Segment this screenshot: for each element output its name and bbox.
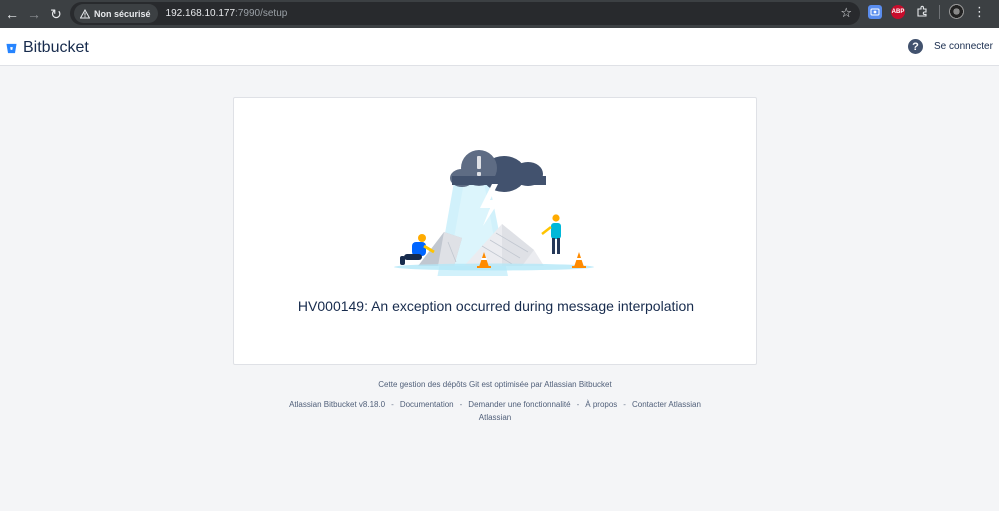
security-indicator[interactable]: Non sécurisé [74, 4, 158, 23]
url-text[interactable]: 192.168.10.177:7990/setup [166, 8, 288, 19]
footer-link-about[interactable]: À propos [585, 400, 617, 409]
reload-button[interactable]: ↻ [45, 3, 67, 25]
video-extension-icon[interactable] [868, 4, 882, 19]
arrow-right-icon: → [27, 6, 41, 22]
footer-link-feature-request[interactable]: Demander une fonctionnalité [468, 400, 570, 409]
back-button[interactable]: ← [1, 3, 23, 25]
product-name: Bitbucket [23, 39, 89, 56]
puzzle-icon[interactable] [914, 5, 930, 19]
footer-separator: - [623, 400, 626, 409]
bitbucket-icon [6, 43, 17, 53]
arrow-left-icon: ← [5, 6, 19, 22]
error-card: HV000149: An exception occurred during m… [233, 97, 757, 365]
footer-atlassian-brand[interactable]: Atlassian [0, 413, 990, 422]
cloud-icon [450, 150, 546, 192]
star-icon[interactable]: ☆ [840, 5, 852, 21]
adblock-extension-icon[interactable]: ABP [891, 4, 905, 19]
extensions-area: ABP ⋮ [868, 4, 986, 19]
login-link[interactable]: Se connecter [934, 41, 993, 52]
profile-avatar[interactable] [949, 4, 964, 19]
forward-button[interactable]: → [23, 3, 45, 25]
footer-links: Atlassian Bitbucket v8.18.0- Documentatio… [0, 400, 990, 409]
warning-icon [80, 8, 90, 18]
footer-separator: - [459, 400, 463, 409]
browser-toolbar: ← → ↻ Non sécurisé 192.168.10.177:7990/s… [0, 0, 999, 28]
toolbar-divider [939, 4, 940, 19]
footer-separator: - [576, 400, 580, 409]
error-message: HV000149: An exception occurred during m… [297, 298, 695, 314]
adblock-label: ABP [891, 8, 905, 15]
storm-illustration [394, 150, 594, 276]
more-menu-icon[interactable]: ⋮ [973, 5, 986, 18]
bitbucket-logo[interactable]: Bitbucket [6, 39, 89, 57]
url-path: :7990/setup [235, 8, 288, 19]
question-icon[interactable]: ? [908, 39, 923, 54]
app-header: Bitbucket ? Se connecter [0, 28, 999, 66]
address-bar[interactable]: Non sécurisé 192.168.10.177:7990/setup ☆ [70, 2, 860, 25]
url-host: 192.168.10.177 [165, 8, 236, 19]
security-label: Non sécurisé [94, 8, 151, 19]
footer-link-documentation[interactable]: Documentation [400, 400, 454, 409]
footer-link-version[interactable]: Atlassian Bitbucket v8.18.0 [289, 400, 385, 409]
worker-right-icon [541, 214, 561, 254]
footer-separator: - [391, 400, 394, 409]
footer-link-contact[interactable]: Contacter Atlassian [632, 400, 701, 409]
footer-tagline: Cette gestion des dépôts Git est optimis… [378, 380, 612, 389]
reload-icon: ↻ [50, 5, 62, 22]
